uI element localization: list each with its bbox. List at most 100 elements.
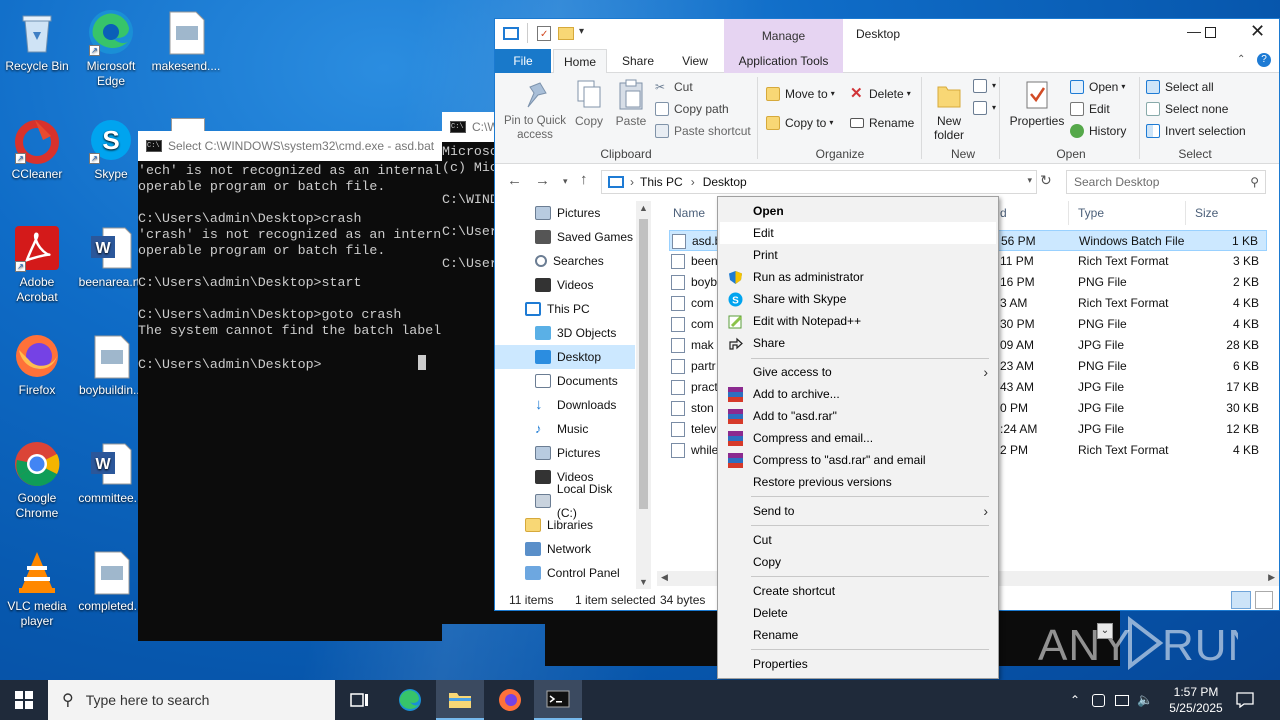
help-icon[interactable]: ? <box>1257 53 1271 67</box>
desktop-icon-acrobat[interactable]: ↗ Adobe Acrobat <box>1 224 73 305</box>
nav-item-downloads[interactable]: ↓ Downloads <box>495 393 635 417</box>
nav-item-pictures-2[interactable]: Pictures <box>495 441 635 465</box>
menu-item-copy[interactable]: Copy <box>720 551 996 573</box>
open-button[interactable]: Open ▾ <box>1070 80 1125 94</box>
select-none-button[interactable]: Select none <box>1146 102 1228 116</box>
pin-to-quick-access-button[interactable]: Pin to Quick access <box>501 79 569 142</box>
menu-item-share-with-skype[interactable]: S Share with Skype <box>720 288 996 310</box>
taskbar-search-input[interactable]: ⚲ Type here to search <box>48 680 335 720</box>
taskbar-cmd[interactable] <box>534 680 582 720</box>
nav-item-documents[interactable]: Documents <box>495 369 635 393</box>
nav-item-pictures[interactable]: Pictures <box>495 201 635 225</box>
security-icon[interactable] <box>1092 693 1106 707</box>
collapse-ribbon-icon[interactable]: ⌃ <box>1237 54 1245 65</box>
navigation-scrollbar[interactable]: ▲ ▼ <box>636 201 651 589</box>
move-to-button[interactable]: Move to ▾ <box>766 87 835 101</box>
select-all-button[interactable]: Select all <box>1146 80 1214 94</box>
nav-item-local-disk[interactable]: Local Disk (C:) <box>495 482 635 520</box>
tab-home[interactable]: Home <box>553 49 607 73</box>
tab-share[interactable]: Share <box>613 49 663 73</box>
scroll-up-icon[interactable]: ▲ <box>639 203 648 213</box>
menu-item-restore-previous-versions[interactable]: Restore previous versions <box>720 471 996 493</box>
desktop-icon-completed[interactable]: completed... <box>75 548 147 614</box>
desktop-icon-skype[interactable]: S ↗ Skype <box>75 116 147 182</box>
back-arrow-icon[interactable]: ← <box>507 172 522 189</box>
start-button[interactable] <box>0 680 48 720</box>
up-arrow-icon[interactable]: ↑ <box>580 171 588 188</box>
menu-item-compress-to-asd-rar-and-email[interactable]: Compress to "asd.rar" and email <box>720 449 996 471</box>
menu-item-edit[interactable]: Edit <box>720 222 996 244</box>
rename-button[interactable]: Rename <box>850 116 914 130</box>
menu-item-add-to-asd-rar[interactable]: Add to "asd.rar" <box>720 405 996 427</box>
close-button[interactable]: ✕ <box>1250 21 1265 42</box>
nav-item-libraries[interactable]: Libraries <box>495 513 635 537</box>
tab-file[interactable]: File <box>495 49 551 73</box>
desktop-icon-firefox[interactable]: Firefox <box>1 332 73 398</box>
menu-item-give-access-to[interactable]: Give access to › <box>720 361 996 383</box>
address-dropdown-icon[interactable]: ▾ <box>1027 175 1032 186</box>
chevron-down-icon[interactable]: ⌄ <box>1097 623 1113 639</box>
nav-item-network[interactable]: Network <box>495 537 635 561</box>
new-item-button[interactable]: ▾ <box>973 79 996 93</box>
copy-path-button[interactable]: Copy path <box>655 102 729 116</box>
desktop-icon-chrome[interactable]: Google Chrome <box>1 440 73 521</box>
new-folder-button[interactable]: New folder <box>929 79 969 142</box>
menu-item-share[interactable]: Share <box>720 332 996 354</box>
breadcrumb-this-pc[interactable]: This PC <box>640 175 683 189</box>
menu-item-add-to-archive[interactable]: Add to archive... <box>720 383 996 405</box>
forward-arrow-icon[interactable]: → <box>535 172 550 189</box>
show-hidden-icons-icon[interactable]: ⌃ <box>1070 693 1080 707</box>
network-icon[interactable] <box>1115 694 1130 706</box>
scroll-left-icon[interactable]: ◀ <box>661 572 668 583</box>
cmd-window-front[interactable]: C:\ Select C:\WINDOWS\system32\cmd.exe -… <box>138 131 442 641</box>
column-header-type[interactable]: Type <box>1078 206 1104 220</box>
paste-button[interactable]: Paste <box>613 79 649 128</box>
desktop-icon-boybuilding[interactable]: boybuildin... <box>75 332 147 398</box>
edit-button[interactable]: Edit <box>1070 102 1110 116</box>
column-header-size[interactable]: Size <box>1195 206 1218 220</box>
recent-locations-icon[interactable]: ▾ <box>563 176 568 187</box>
task-view-button[interactable] <box>336 680 384 720</box>
cut-button[interactable]: ✂ Cut <box>655 80 693 94</box>
menu-item-edit-with-notepadpp[interactable]: Edit with Notepad++ <box>720 310 996 332</box>
menu-item-open[interactable]: Open <box>720 200 996 222</box>
desktop-icon-vlc[interactable]: VLC media player <box>1 548 73 629</box>
menu-item-create-shortcut[interactable]: Create shortcut <box>720 580 996 602</box>
menu-item-print[interactable]: Print <box>720 244 996 266</box>
easy-access-button[interactable]: ▾ <box>973 101 996 115</box>
column-header-date[interactable]: d <box>1000 206 1007 220</box>
customize-qat-icon[interactable]: ▾ <box>579 26 584 37</box>
breadcrumb-desktop[interactable]: Desktop <box>703 175 747 189</box>
nav-item-searches[interactable]: Searches <box>495 249 635 273</box>
refresh-icon[interactable]: ↻ <box>1040 172 1052 189</box>
menu-item-run-as-admin[interactable]: Run as administrator <box>720 266 996 288</box>
nav-item-videos[interactable]: Videos <box>495 273 635 297</box>
minimize-button[interactable]: — <box>1187 23 1201 39</box>
menu-item-compress-and-email[interactable]: Compress and email... <box>720 427 996 449</box>
desktop-icon-edge[interactable]: ↗ Microsoft Edge <box>75 8 147 89</box>
nav-item-3d-objects[interactable]: 3D Objects <box>495 321 635 345</box>
menu-item-properties[interactable]: Properties <box>720 653 996 675</box>
history-button[interactable]: History <box>1070 124 1126 138</box>
menu-item-cut[interactable]: Cut <box>720 529 996 551</box>
menu-item-send-to[interactable]: Send to › <box>720 500 996 522</box>
desktop-icon-ccleaner[interactable]: ↗ CCleaner <box>1 116 73 182</box>
properties-button[interactable]: Properties <box>1007 79 1067 128</box>
delete-button[interactable]: ✕ Delete ▾ <box>850 86 911 101</box>
scrollbar-thumb[interactable] <box>639 219 648 509</box>
nav-item-saved-games[interactable]: Saved Games <box>495 225 635 249</box>
column-header-name[interactable]: Name <box>673 206 705 220</box>
maximize-button[interactable] <box>1205 27 1216 38</box>
desktop-icon-committee[interactable]: W committee... <box>75 440 147 506</box>
paste-shortcut-button[interactable]: Paste shortcut <box>655 124 751 138</box>
volume-icon[interactable]: 🔈 <box>1137 692 1153 708</box>
invert-selection-button[interactable]: Invert selection <box>1146 124 1246 138</box>
nav-item-desktop[interactable]: Desktop <box>495 345 635 369</box>
new-folder-qat-icon[interactable] <box>558 27 574 40</box>
desktop-icon-recycle-bin[interactable]: Recycle Bin <box>1 8 73 74</box>
notifications-button[interactable] <box>1236 680 1254 720</box>
details-view-icon[interactable] <box>1231 591 1251 609</box>
address-bar[interactable]: › This PC › Desktop ▾ <box>601 170 1037 194</box>
large-icons-view-icon[interactable] <box>1255 591 1273 609</box>
copy-to-button[interactable]: Copy to ▾ <box>766 116 833 130</box>
